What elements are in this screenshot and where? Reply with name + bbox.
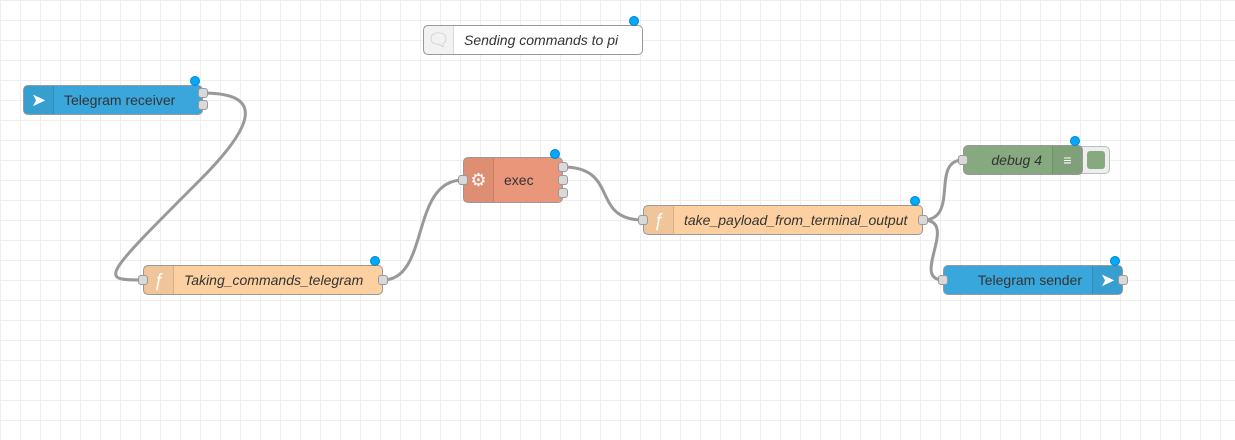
output-port[interactable]	[1118, 275, 1128, 285]
node-label: Taking_commands_telegram	[184, 272, 364, 288]
changed-indicator	[370, 256, 380, 266]
debug-node[interactable]: debug 4 ≡	[963, 145, 1083, 175]
changed-indicator	[1070, 136, 1080, 146]
changed-indicator	[190, 76, 200, 86]
wire	[922, 218, 944, 282]
flow-canvas[interactable]: 🗨 Sending commands to pi ➤ Telegram rece…	[0, 0, 1235, 440]
function-icon: ƒ	[644, 206, 674, 234]
comment-node[interactable]: 🗨 Sending commands to pi	[423, 25, 643, 55]
output-port[interactable]	[918, 215, 928, 225]
telegram-icon: ➤	[24, 86, 54, 114]
node-label: Sending commands to pi	[464, 32, 619, 48]
comment-icon: 🗨	[424, 26, 454, 54]
node-label: Telegram receiver	[64, 92, 176, 108]
output-port[interactable]	[198, 100, 208, 110]
wire	[922, 158, 964, 222]
node-label: debug 4	[991, 152, 1042, 168]
changed-indicator	[1110, 256, 1120, 266]
wire	[382, 178, 464, 282]
changed-indicator	[910, 196, 920, 206]
output-port[interactable]	[558, 188, 568, 198]
node-label: exec	[504, 172, 534, 188]
output-port[interactable]	[378, 275, 388, 285]
input-port[interactable]	[138, 275, 148, 285]
taking-commands-node[interactable]: ƒ Taking_commands_telegram	[143, 265, 383, 295]
take-payload-node[interactable]: ƒ take_payload_from_terminal_output	[643, 205, 923, 235]
telegram-receiver-node[interactable]: ➤ Telegram receiver	[23, 85, 203, 115]
input-port[interactable]	[958, 155, 968, 165]
exec-node[interactable]: ⚙ exec	[463, 157, 563, 203]
function-icon: ƒ	[144, 266, 174, 294]
input-port[interactable]	[458, 175, 468, 185]
wire	[562, 165, 644, 222]
output-port[interactable]	[198, 88, 208, 98]
changed-indicator	[550, 149, 560, 159]
output-port[interactable]	[558, 175, 568, 185]
output-port[interactable]	[558, 162, 568, 172]
wire	[114, 91, 247, 282]
input-port[interactable]	[938, 275, 948, 285]
gear-icon: ⚙	[464, 158, 494, 202]
telegram-sender-node[interactable]: Telegram sender ➤	[943, 265, 1123, 295]
node-label: take_payload_from_terminal_output	[684, 212, 908, 228]
node-label: Telegram sender	[977, 272, 1082, 288]
list-icon: ≡	[1052, 146, 1082, 174]
wires	[114, 91, 964, 282]
input-port[interactable]	[638, 215, 648, 225]
changed-indicator	[629, 16, 639, 26]
